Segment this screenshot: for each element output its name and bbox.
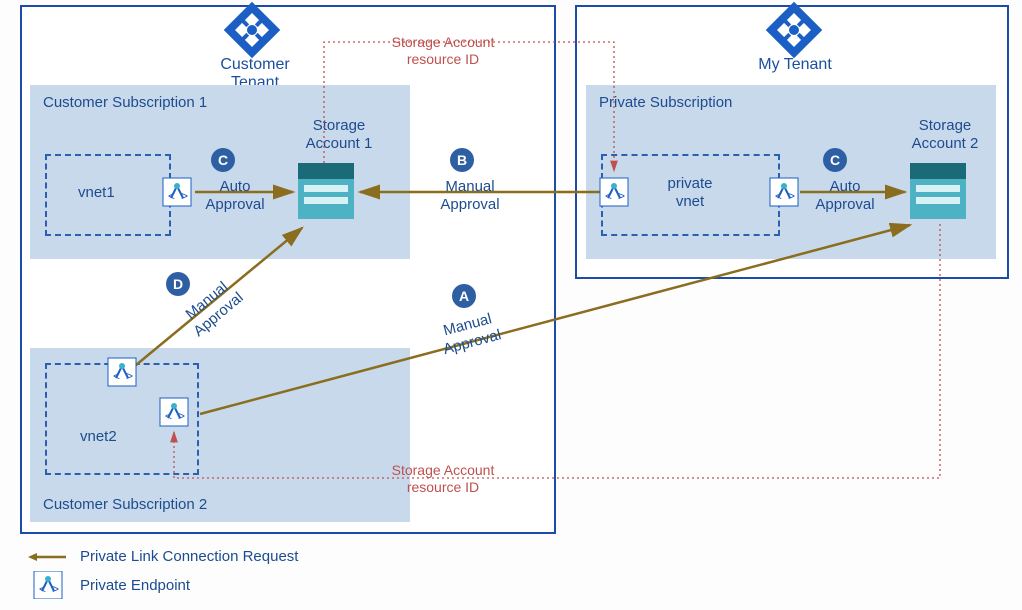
storage-2-label: Storage Account 2 — [890, 117, 1000, 153]
azure-tenant-icon — [222, 0, 282, 60]
subscription-title: Customer Subscription 1 — [43, 94, 207, 111]
legend-endpoint: Private Endpoint — [80, 577, 190, 594]
azure-tenant-icon — [764, 0, 824, 60]
storage-account-1-icon — [298, 163, 354, 219]
resource-id-annot-bottom: Storage Account resource ID — [378, 462, 508, 496]
legend: Private Link Connection Request <> Priva… — [28, 548, 298, 605]
c2-label: Auto Approval — [810, 178, 880, 214]
badge-c: C — [211, 148, 235, 172]
c1-label: Auto Approval — [200, 178, 270, 214]
legend-link-request: Private Link Connection Request — [80, 548, 298, 565]
diagram-canvas: Customer Tenant My Tenant Customer Subsc… — [0, 0, 1022, 610]
my-tenant-label: My Tenant — [750, 56, 840, 74]
b-label: Manual Approval — [430, 178, 510, 214]
resource-id-annot-top: Storage Account resource ID — [378, 34, 508, 68]
badge-d: D — [166, 272, 190, 296]
private-vnet-label: private vnet — [650, 175, 730, 211]
vnet1-label: vnet1 — [78, 184, 115, 202]
badge-c2: C — [823, 148, 847, 172]
subscription-title: Customer Subscription 2 — [43, 496, 207, 513]
svg-text:<: < — [39, 582, 46, 596]
vnet2-box — [45, 363, 199, 475]
private-endpoint-icon: <> — [28, 571, 68, 599]
badge-b: B — [450, 148, 474, 172]
storage-1-label: Storage Account 1 — [284, 117, 394, 153]
storage-account-2-icon — [910, 163, 966, 219]
arrow-icon — [28, 549, 68, 565]
badge-a: A — [452, 284, 476, 308]
svg-text:>: > — [52, 582, 59, 596]
vnet2-label: vnet2 — [80, 428, 117, 446]
subscription-title: Private Subscription — [599, 94, 732, 111]
